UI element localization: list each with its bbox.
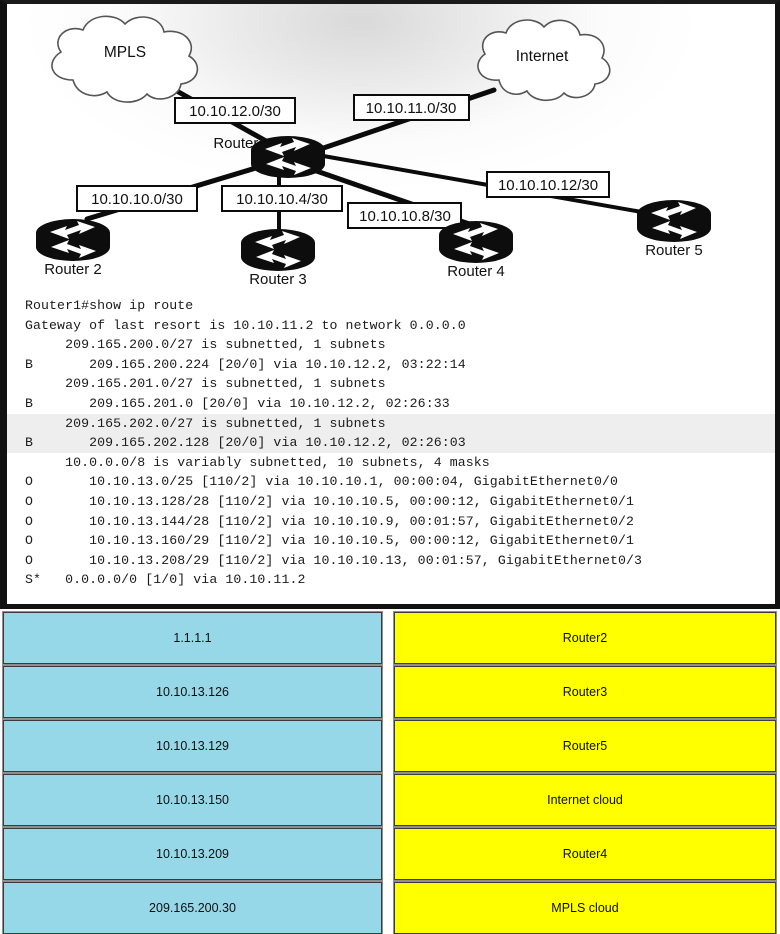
link-label-router4: 10.10.10.8/30 [347, 202, 462, 229]
internet-cloud-label: Internet [516, 48, 569, 65]
target-cell[interactable]: Router4 [393, 827, 777, 881]
cli-line: 209.165.200.0/27 is subnetted, 1 subnets [25, 337, 386, 353]
link-label-mpls: 10.10.12.0/30 [174, 97, 296, 124]
mpls-cloud: MPLS [51, 15, 199, 103]
router4-label: Router 4 [447, 263, 505, 280]
network-topology-diagram: MPLS Internet 10.10.12.0/30 10.10.11.0/3 [7, 4, 775, 296]
exhibit-screenshot: MPLS Internet 10.10.12.0/30 10.10.11.0/3 [0, 0, 780, 934]
link-label-internet-text: 10.10.11.0/30 [366, 100, 457, 117]
cli-line: O 10.10.13.0/25 [110/2] via 10.10.10.1, … [25, 474, 619, 490]
router2-label: Router 2 [44, 261, 102, 278]
link-label-router5-text: 10.10.10.12/30 [498, 177, 598, 194]
router3-node: Router 3 [241, 229, 315, 288]
link-label-router3: 10.10.10.4/30 [221, 185, 343, 212]
targets-column: Router2 Router3 Router5 Internet cloud Route… [393, 611, 777, 934]
link-label-router5: 10.10.10.12/30 [486, 171, 610, 198]
target-cell[interactable]: Router2 [393, 611, 777, 665]
cli-line: Router1#show ip route [25, 298, 194, 313]
option-cell[interactable]: 10.10.13.209 [2, 827, 383, 881]
internet-cloud: Internet [477, 19, 611, 102]
link-label-router2-text: 10.10.10.0/30 [91, 191, 183, 208]
option-cell[interactable]: 10.10.13.129 [2, 719, 383, 773]
cli-line: S* 0.0.0.0/0 [1/0] via 10.10.11.2 [25, 572, 306, 588]
exhibit-panel: MPLS Internet 10.10.12.0/30 10.10.11.0/3 [0, 0, 780, 609]
link-label-internet: 10.10.11.0/30 [353, 94, 470, 121]
router2-node: Router 2 [36, 219, 110, 278]
cli-line: O 10.10.13.160/29 [110/2] via 10.10.10.5… [25, 533, 635, 549]
target-cell[interactable]: MPLS cloud [393, 881, 777, 934]
cli-line: 209.165.201.0/27 is subnetted, 1 subnets [25, 376, 386, 392]
cli-line: O 10.10.13.208/29 [110/2] via 10.10.10.1… [25, 552, 643, 568]
answer-area: 1.1.1.1 10.10.13.126 10.10.13.129 10.10.13.… [0, 609, 780, 934]
link-label-mpls-text: 10.10.12.0/30 [189, 103, 281, 120]
target-cell[interactable]: Internet cloud [393, 773, 777, 827]
option-cell[interactable]: 10.10.13.126 [2, 665, 383, 719]
option-cell[interactable]: 10.10.13.150 [2, 773, 383, 827]
target-cell[interactable]: Router5 [393, 719, 777, 773]
cli-line: O 10.10.13.128/28 [110/2] via 10.10.10.5… [25, 493, 635, 509]
option-cell[interactable]: 209.165.200.30 [2, 881, 383, 934]
cli-line: B 209.165.202.128 [20/0] via 10.10.12.2,… [7, 433, 775, 453]
topology-svg: MPLS Internet 10.10.12.0/30 10.10.11.0/3 [36, 15, 711, 288]
link-label-boxes: 10.10.12.0/30 10.10.11.0/30 10.10.10.0/3… [76, 94, 610, 229]
mpls-cloud-label: MPLS [104, 44, 146, 61]
link-label-router4-text: 10.10.10.8/30 [359, 208, 451, 225]
cli-line: B 209.165.200.224 [20/0] via 10.10.12.2,… [25, 356, 466, 372]
router5-node: Router 5 [637, 200, 711, 259]
cli-line: 209.165.202.0/27 is subnetted, 1 subnets [7, 413, 775, 434]
cli-line: O 10.10.13.144/28 [110/2] via 10.10.10.9… [25, 513, 635, 529]
options-column: 1.1.1.1 10.10.13.126 10.10.13.129 10.10.13.… [2, 611, 383, 934]
router5-label: Router 5 [645, 242, 703, 259]
cli-line: 10.0.0.0/8 is variably subnetted, 10 sub… [25, 454, 490, 470]
router1-label: Router1 [213, 135, 266, 152]
cli-line: Gateway of last resort is 10.10.11.2 to … [25, 317, 466, 333]
cli-line: B 209.165.201.0 [20/0] via 10.10.12.2, 0… [25, 395, 450, 411]
link-label-router2: 10.10.10.0/30 [76, 185, 198, 212]
router3-label: Router 3 [249, 271, 307, 288]
router4-node: Router 4 [439, 221, 513, 280]
link-label-router3-text: 10.10.10.4/30 [236, 191, 328, 208]
router1-node: Router1 [213, 135, 325, 178]
option-cell[interactable]: 1.1.1.1 [2, 611, 383, 665]
cli-output: Router1#show ip route Gateway of last res… [7, 296, 775, 604]
target-cell[interactable]: Router3 [393, 665, 777, 719]
